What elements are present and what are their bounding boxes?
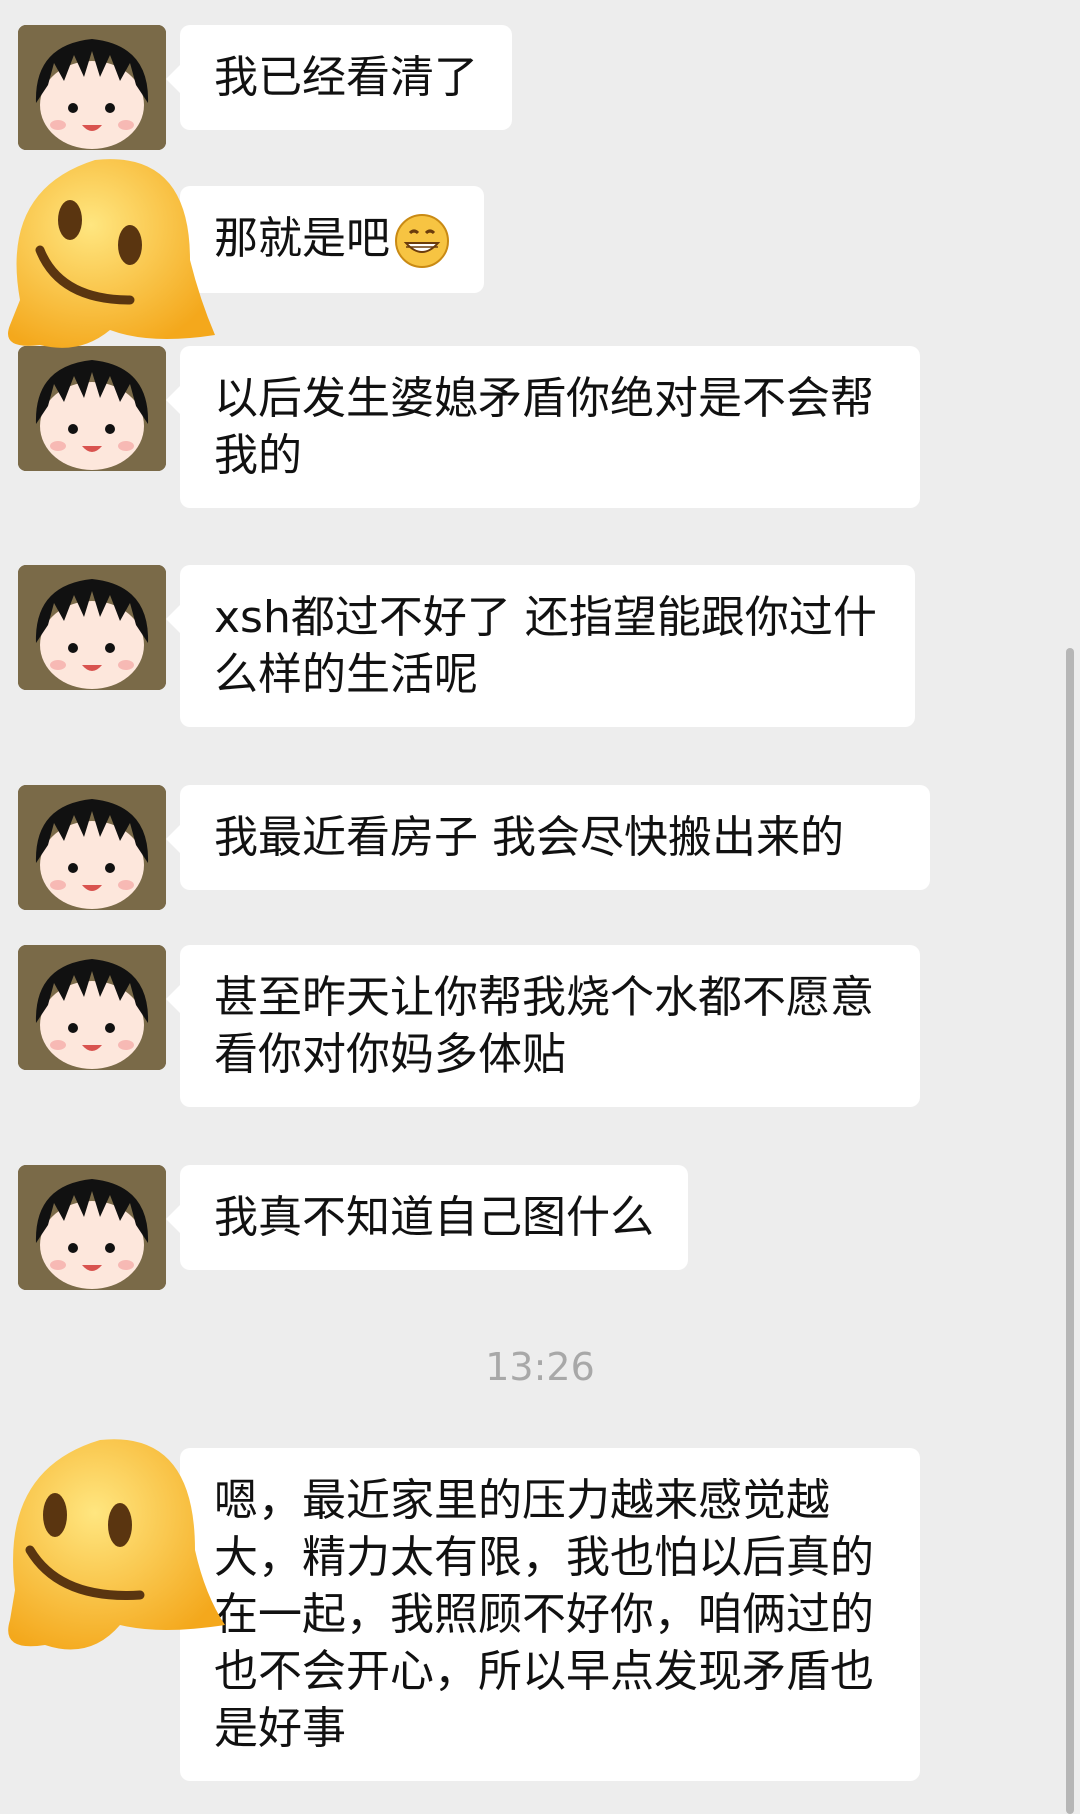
message-text: xsh都过不好了 还指望能跟你过什么样的生活呢: [214, 592, 877, 700]
maruko-avatar-icon: [18, 1165, 166, 1290]
avatar[interactable]: [18, 25, 166, 150]
message-text: 以后发生婆媳矛盾你绝对是不会帮我的: [214, 373, 874, 481]
message-text: 嗯，最近家里的压力越来感觉越大，精力太有限，我也怕以后真的在一起，我照顾不好你，…: [214, 1475, 874, 1754]
melting-face-emoji-icon: [8, 159, 215, 348]
message-bubble[interactable]: 我已经看清了: [166, 25, 512, 130]
message-bubble[interactable]: xsh都过不好了 还指望能跟你过什么样的生活呢: [166, 565, 915, 727]
avatar[interactable]: [18, 785, 166, 910]
avatar[interactable]: [18, 1165, 166, 1290]
message-bubble[interactable]: 我最近看房子 我会尽快搬出来的: [166, 785, 930, 890]
message-bubble[interactable]: 以后发生婆媳矛盾你绝对是不会帮我的: [166, 346, 920, 508]
message-text: 我最近看房子 我会尽快搬出来的: [214, 812, 844, 863]
maruko-avatar-icon: [18, 565, 166, 690]
message-text: 甚至昨天让你帮我烧个水都不愿意 看你对你妈多体贴: [214, 972, 874, 1080]
scrollbar-thumb[interactable]: [1066, 648, 1074, 1814]
grinning-emoji-icon: [395, 214, 449, 268]
message-bubble[interactable]: 那就是吧: [166, 186, 484, 293]
message-text: 我已经看清了: [214, 52, 478, 103]
message-bubble[interactable]: 嗯，最近家里的压力越来感觉越大，精力太有限，我也怕以后真的在一起，我照顾不好你，…: [166, 1448, 920, 1781]
message-text: 我真不知道自己图什么: [214, 1192, 654, 1243]
maruko-avatar-icon: [18, 945, 166, 1070]
timestamp: 13:26: [485, 1345, 595, 1389]
avatar[interactable]: [18, 565, 166, 690]
message-bubble[interactable]: 我真不知道自己图什么: [166, 1165, 688, 1270]
scrollbar[interactable]: [1066, 648, 1074, 1814]
message-bubble[interactable]: 甚至昨天让你帮我烧个水都不愿意 看你对你妈多体贴: [166, 945, 920, 1107]
maruko-avatar-icon: [18, 785, 166, 910]
message-text: 那就是吧: [214, 213, 390, 264]
maruko-avatar-icon: [18, 25, 166, 150]
avatar[interactable]: [18, 945, 166, 1070]
melting-face-emoji-icon: [8, 1439, 225, 1650]
